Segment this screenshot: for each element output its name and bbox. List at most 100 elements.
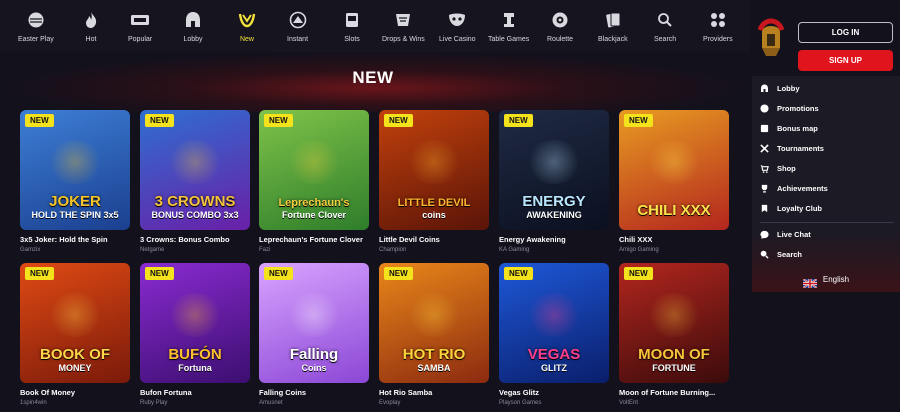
game-card[interactable]: NEW BOOK OF MONEY Book Of Money 1spin4win xyxy=(20,263,130,406)
nav-item-drops-wins[interactable]: Drops & Wins xyxy=(382,10,425,43)
game-logo-line2: BONUS COMBO 3x3 xyxy=(151,210,239,220)
game-art-glow xyxy=(167,140,223,184)
game-logo-line1: ENERGY xyxy=(522,193,586,210)
game-thumbnail[interactable]: NEW MOON OF FORTUNE xyxy=(619,263,729,383)
game-thumbnail[interactable]: NEW BOOK OF MONEY xyxy=(20,263,130,383)
nav-item-roulette[interactable]: Roulette xyxy=(547,10,573,43)
game-logo-line1: BOOK OF xyxy=(40,346,110,363)
game-art-glow xyxy=(286,140,342,184)
game-card[interactable]: NEW LITTLE DEVIL coins Little Devil Coins Ch… xyxy=(379,110,489,253)
nav-item-live-casino[interactable]: Live Casino xyxy=(439,10,476,43)
nav-item-new[interactable]: New xyxy=(237,10,257,43)
instant-icon xyxy=(288,10,308,30)
signup-button[interactable]: SIGN UP xyxy=(798,50,893,71)
nav-label: Live Casino xyxy=(439,36,476,43)
chat-icon xyxy=(760,230,769,239)
game-logo-line1: JOKER xyxy=(49,193,101,210)
game-thumbnail[interactable]: NEW 3 CROWNS BONUS COMBO 3x3 xyxy=(140,110,250,230)
game-logo-line1: MOON OF xyxy=(638,346,710,363)
game-card[interactable]: NEW 3 CROWNS BONUS COMBO 3x3 3 Crowns: Bonu… xyxy=(140,110,250,253)
game-logo-line1: VEGAS xyxy=(527,346,581,363)
menu-label: Lobby xyxy=(777,84,800,93)
nav-label: Instant xyxy=(287,36,309,43)
game-title[interactable]: Book Of Money xyxy=(20,388,130,397)
game-logo-line2: coins xyxy=(422,210,446,220)
game-logo-line1: HOT RIO xyxy=(402,346,466,363)
game-card[interactable]: NEW JOKER HOLD THE SPIN 3x5 3x5 Joker: Hold… xyxy=(20,110,130,253)
new-badge: NEW xyxy=(264,114,293,127)
nav-item-blackjack[interactable]: Blackjack xyxy=(598,10,628,43)
game-thumbnail[interactable]: NEW LITTLE DEVIL coins xyxy=(379,110,489,230)
game-title[interactable]: Hot Rio Samba xyxy=(379,388,489,397)
login-button[interactable]: LOG IN xyxy=(798,22,893,43)
game-logo-line1: LITTLE DEVIL xyxy=(397,197,471,209)
menu-item-live-chat[interactable]: Live Chat xyxy=(760,230,811,239)
map-icon xyxy=(760,124,769,133)
game-thumbnail[interactable]: NEW Leprechaun's Fortune Clover xyxy=(259,110,369,230)
grid-icon xyxy=(708,10,728,30)
menu-label: Tournaments xyxy=(777,144,824,153)
game-card[interactable]: NEW Falling Coins Falling Coins Amusnet xyxy=(259,263,369,406)
menu-item-search[interactable]: Search xyxy=(760,250,802,259)
game-title[interactable]: Moon of Fortune Burning... xyxy=(619,388,729,397)
nav-item-providers[interactable]: Providers xyxy=(703,10,733,43)
menu-item-shop[interactable]: Shop xyxy=(760,164,796,173)
nav-item-instant[interactable]: Instant xyxy=(287,10,308,43)
menu-label: Promotions xyxy=(777,104,819,113)
game-title[interactable]: 3x5 Joker: Hold the Spin xyxy=(20,235,130,244)
game-title[interactable]: Bufon Fortuna xyxy=(140,388,250,397)
nav-item-easter-play[interactable]: Easter Play xyxy=(18,10,54,43)
game-logo: BOOK OF MONEY xyxy=(20,347,130,373)
roulette-icon xyxy=(550,10,570,30)
nav-item-table-games[interactable]: Table Games xyxy=(488,10,529,43)
game-card[interactable]: NEW Leprechaun's Fortune Clover Leprechaun'… xyxy=(259,110,369,253)
game-card[interactable]: NEW VEGAS GLITZ Vegas Glitz Playson Games xyxy=(499,263,609,406)
game-title[interactable]: Chili XXX xyxy=(619,235,729,244)
game-logo: CHILI XXX xyxy=(619,203,729,220)
game-card[interactable]: NEW BUFÓN Fortuna Bufon Fortuna Ruby Play xyxy=(140,263,250,406)
menu-item-tournaments[interactable]: Tournaments xyxy=(760,144,824,153)
flame-icon xyxy=(81,10,101,30)
menu-item-achievements[interactable]: Achievements xyxy=(760,184,828,193)
nav-item-slots[interactable]: Slots xyxy=(342,10,362,43)
game-thumbnail[interactable]: NEW HOT RIO SAMBA xyxy=(379,263,489,383)
game-logo-line2: FORTUNE xyxy=(652,363,696,373)
nav-label: Search xyxy=(654,36,677,43)
game-provider: 1spin4win xyxy=(20,400,47,406)
game-card[interactable]: NEW MOON OF FORTUNE Moon of Fortune Burning… xyxy=(619,263,729,406)
game-title[interactable]: Leprechaun's Fortune Clover xyxy=(259,235,369,244)
game-title[interactable]: Falling Coins xyxy=(259,388,369,397)
game-title[interactable]: Little Devil Coins xyxy=(379,235,489,244)
new-badge: NEW xyxy=(264,267,293,280)
uk-flag-icon xyxy=(802,275,818,289)
nav-item-hot[interactable]: Hot xyxy=(81,10,101,43)
language-selector[interactable]: English xyxy=(752,267,900,292)
game-card[interactable]: NEW ENERGY AWAKENING Energy Awakening KA Gam… xyxy=(499,110,609,253)
nav-item-popular[interactable]: Popular xyxy=(128,10,152,43)
gladiator-avatar[interactable] xyxy=(756,18,786,68)
menu-item-bonus-map[interactable]: Bonus map xyxy=(760,124,818,133)
game-card[interactable]: NEW CHILI XXX Chili XXX Amigo Gaming xyxy=(619,110,729,253)
game-title[interactable]: Energy Awakening xyxy=(499,235,609,244)
game-card[interactable]: NEW HOT RIO SAMBA Hot Rio Samba Evoplay xyxy=(379,263,489,406)
game-thumbnail[interactable]: NEW VEGAS GLITZ xyxy=(499,263,609,383)
game-art-glow xyxy=(406,293,462,337)
menu-label: Shop xyxy=(777,164,796,173)
new-badge: NEW xyxy=(145,267,174,280)
nav-item-lobby[interactable]: Lobby xyxy=(183,10,203,43)
game-thumbnail[interactable]: NEW Falling Coins xyxy=(259,263,369,383)
game-thumbnail[interactable]: NEW ENERGY AWAKENING xyxy=(499,110,609,230)
menu-item-loyalty-club[interactable]: Loyalty Club xyxy=(760,204,822,213)
game-thumbnail[interactable]: NEW CHILI XXX xyxy=(619,110,729,230)
menu-item-promotions[interactable]: Promotions xyxy=(760,104,819,113)
game-provider: Evoplay xyxy=(379,400,401,406)
game-thumbnail[interactable]: NEW JOKER HOLD THE SPIN 3x5 xyxy=(20,110,130,230)
new-badge: NEW xyxy=(25,267,54,280)
game-title[interactable]: Vegas Glitz xyxy=(499,388,609,397)
menu-item-lobby[interactable]: Lobby xyxy=(760,84,800,93)
nav-item-search[interactable]: Search xyxy=(654,10,676,43)
game-title[interactable]: 3 Crowns: Bonus Combo xyxy=(140,235,250,244)
nav-label: Slots xyxy=(344,36,360,43)
game-thumbnail[interactable]: NEW BUFÓN Fortuna xyxy=(140,263,250,383)
nav-label: Roulette xyxy=(547,36,574,43)
